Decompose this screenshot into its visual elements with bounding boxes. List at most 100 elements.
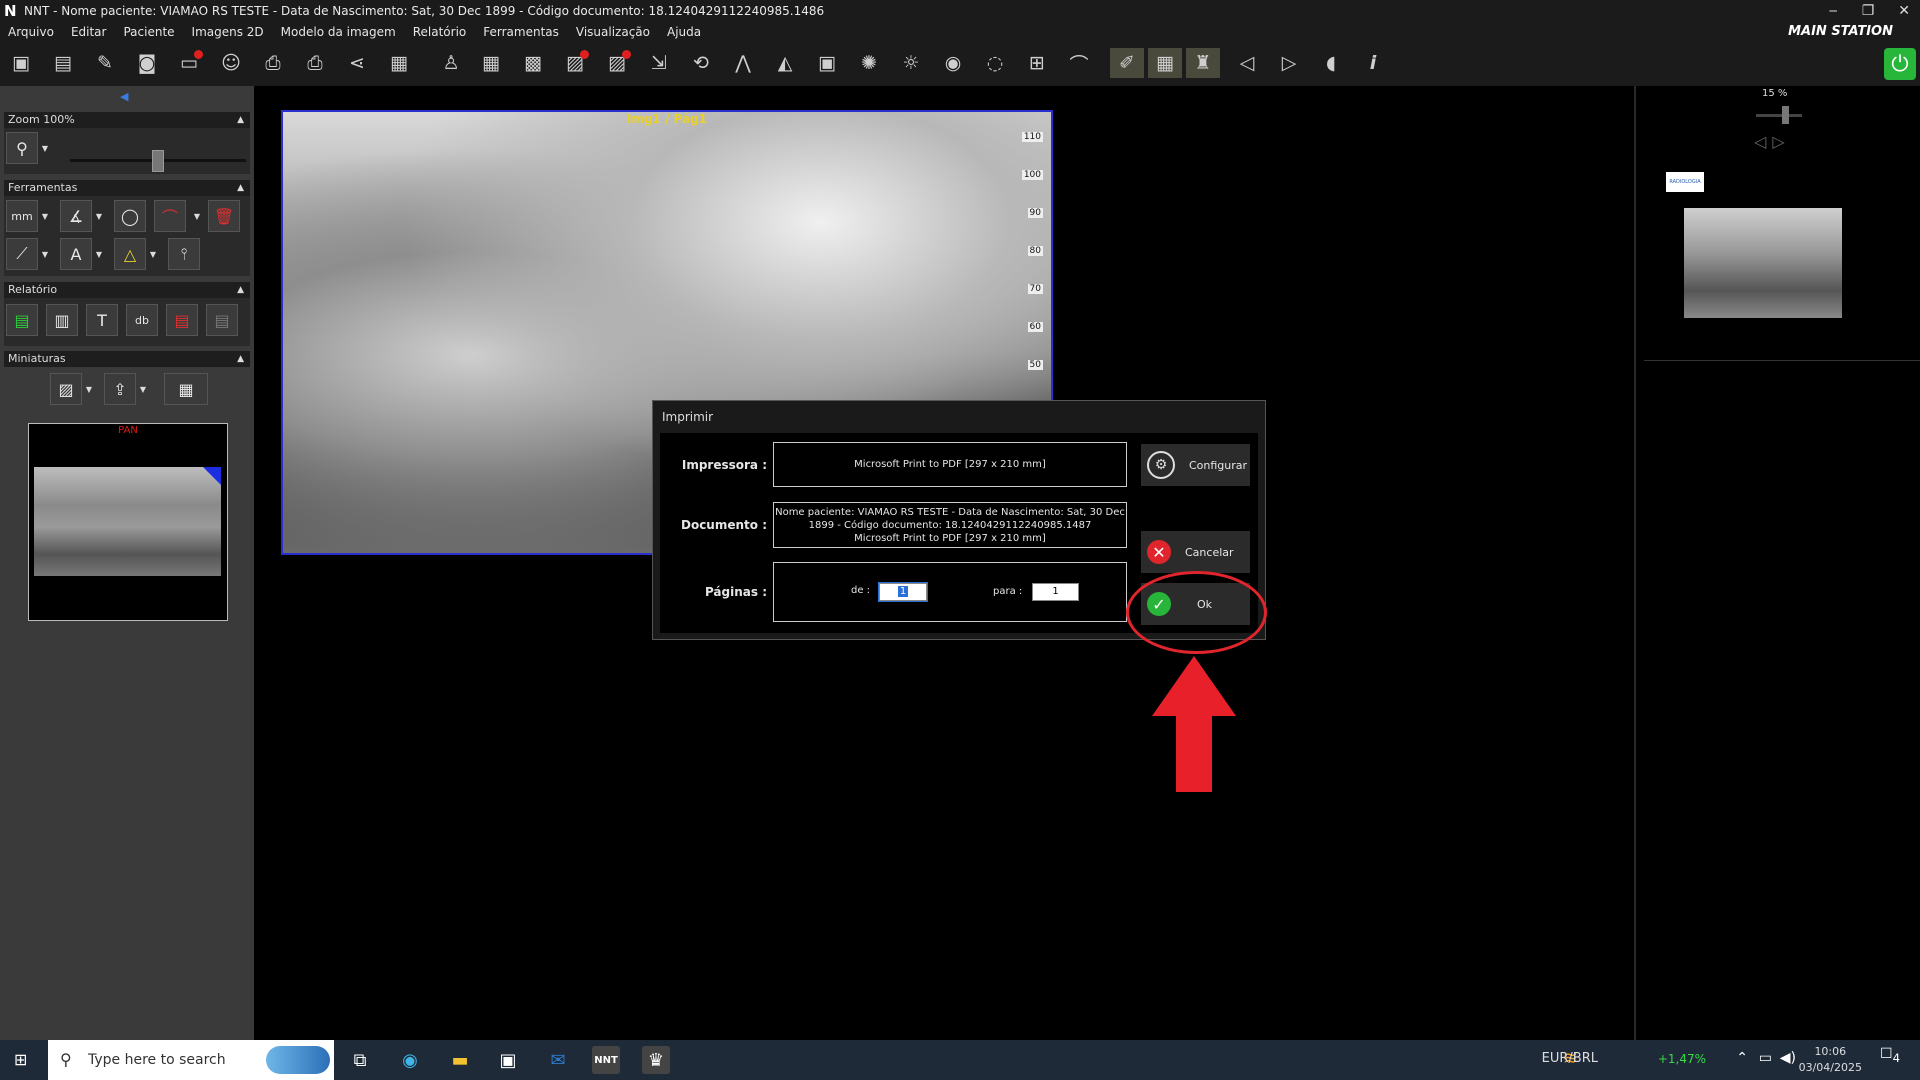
save-icon[interactable]: ▣: [4, 48, 38, 78]
tooth-arch-icon[interactable]: ⋀: [726, 48, 760, 78]
distance-tool-icon[interactable]: mm: [6, 200, 38, 232]
to-page-input[interactable]: 1: [1032, 583, 1079, 601]
menu-relatorio[interactable]: Relatório: [413, 22, 467, 42]
annotation-tool-icon[interactable]: △: [114, 238, 146, 270]
menu-arquivo[interactable]: Arquivo: [8, 22, 54, 42]
report-db-icon[interactable]: db: [126, 304, 158, 336]
menu-editar[interactable]: Editar: [71, 22, 107, 42]
menu-visualizacao[interactable]: Visualização: [576, 22, 650, 42]
close-button[interactable]: ✕: [1898, 0, 1910, 22]
visibility-icon[interactable]: ◉: [936, 48, 970, 78]
mouse-icon[interactable]: ◖: [1314, 48, 1348, 78]
secondary-app-icon[interactable]: ♛: [642, 1046, 670, 1074]
collapse-arrow-icon[interactable]: ◀: [120, 90, 128, 103]
scan-icon[interactable]: ⎙: [256, 48, 290, 78]
menu-paciente[interactable]: Paciente: [123, 22, 174, 42]
zoom-section-header[interactable]: Zoom 100% ▲: [4, 112, 250, 128]
circle-tool-icon[interactable]: ◯: [114, 200, 146, 232]
highlight-icon[interactable]: ✐: [1110, 48, 1144, 78]
image-delete-icon[interactable]: ▨: [558, 48, 592, 78]
thumbnails-section-header[interactable]: Miniaturas ▲: [4, 351, 250, 367]
curve-icon[interactable]: ⌒: [1062, 48, 1096, 78]
info-icon[interactable]: i: [1356, 48, 1390, 78]
menu-ferramentas[interactable]: Ferramentas: [483, 22, 559, 42]
person-icon[interactable]: ♙: [434, 48, 468, 78]
measure-icon[interactable]: ⊞: [1020, 48, 1054, 78]
edge-icon[interactable]: ◉: [396, 1046, 424, 1074]
next-icon[interactable]: ▷: [1272, 48, 1306, 78]
line-tool-icon[interactable]: ⟋: [6, 238, 38, 270]
patient-icon[interactable]: ☺: [214, 48, 248, 78]
images-delete-icon[interactable]: ▨: [600, 48, 634, 78]
close-folder-icon[interactable]: ▭: [172, 48, 206, 78]
share-icon[interactable]: ⋖: [340, 48, 374, 78]
task-view-icon[interactable]: ⧉: [346, 1046, 374, 1074]
collapse-up-icon[interactable]: ▲: [237, 180, 244, 196]
print-icon[interactable]: ⎙: [298, 48, 332, 78]
zoom-icon[interactable]: ⚲: [6, 132, 38, 164]
report-text-icon[interactable]: T: [86, 304, 118, 336]
thumbnail-image-icon[interactable]: ▨: [50, 373, 82, 405]
report-template-icon[interactable]: ▥: [46, 304, 78, 336]
report-delete-icon[interactable]: ▤: [166, 304, 198, 336]
preview-prev-icon[interactable]: ◁: [1754, 132, 1766, 151]
edit-document-icon[interactable]: ✎: [88, 48, 122, 78]
menu-imagens-2d[interactable]: Imagens 2D: [192, 22, 264, 42]
collapse-up-icon[interactable]: ▲: [237, 112, 244, 128]
preview-zoom-thumb[interactable]: [1782, 106, 1789, 124]
brightness-icon[interactable]: ✺: [852, 48, 886, 78]
menu-ajuda[interactable]: Ajuda: [667, 22, 701, 42]
tooth-icon[interactable]: ♜: [1186, 48, 1220, 78]
report-add-icon[interactable]: ▤: [6, 304, 38, 336]
grid-x-icon[interactable]: ▩: [516, 48, 550, 78]
preview-next-icon[interactable]: ▷: [1772, 132, 1784, 151]
trash-icon[interactable]: 🗑: [208, 200, 240, 232]
zoom-slider-thumb[interactable]: [152, 150, 164, 172]
power-icon[interactable]: ⏻: [1884, 48, 1916, 80]
volume-icon[interactable]: ◀): [1780, 1050, 1796, 1066]
tooth-grid-icon[interactable]: ▦: [1148, 48, 1182, 78]
taskbar-search[interactable]: ⚲ Type here to search: [48, 1040, 334, 1080]
angle-tool-icon[interactable]: ∡: [60, 200, 92, 232]
layout-icon[interactable]: ▦: [382, 48, 416, 78]
distance-dropdown-icon[interactable]: ▼: [40, 200, 50, 232]
contrast-icon[interactable]: ☼: [894, 48, 928, 78]
minimize-button[interactable]: ‒: [1829, 0, 1838, 22]
tools-section-header[interactable]: Ferramentas ▲: [4, 180, 250, 196]
thumbnail-image-dropdown-icon[interactable]: ▼: [84, 373, 94, 405]
prev-icon[interactable]: ◁: [1230, 48, 1264, 78]
ceph-icon[interactable]: ◭: [768, 48, 802, 78]
camera-icon[interactable]: ◙: [130, 48, 164, 78]
preview-zoom-slider[interactable]: [1756, 114, 1802, 117]
outlook-icon[interactable]: ✉: [544, 1046, 572, 1074]
system-clock[interactable]: 10:06 03/04/2025: [1799, 1044, 1862, 1076]
collapse-up-icon[interactable]: ▲: [237, 351, 244, 367]
windows-start-icon[interactable]: ⊞: [14, 1050, 34, 1070]
sensor-icon[interactable]: ◌: [978, 48, 1012, 78]
zoom-dropdown-icon[interactable]: ▼: [40, 132, 50, 164]
nnt-app-icon[interactable]: NNT: [592, 1046, 620, 1074]
save-as-icon[interactable]: ▤: [46, 48, 80, 78]
store-icon[interactable]: ▣: [494, 1046, 522, 1074]
image-icon[interactable]: ▣: [810, 48, 844, 78]
report-section-header[interactable]: Relatório ▲: [4, 282, 250, 298]
menu-modelo-imagem[interactable]: Modelo da imagem: [281, 22, 396, 42]
curve-dropdown-icon[interactable]: ▼: [192, 200, 202, 232]
curve-tool-icon[interactable]: ⌒: [154, 200, 186, 232]
import-icon[interactable]: ⇲: [642, 48, 676, 78]
annotation-dropdown-icon[interactable]: ▼: [148, 238, 158, 270]
restore-button[interactable]: ❐: [1862, 0, 1875, 22]
text-tool-icon[interactable]: A: [60, 238, 92, 270]
from-page-input[interactable]: 1: [878, 582, 928, 602]
collapse-up-icon[interactable]: ▲: [237, 282, 244, 298]
implant-add-icon[interactable]: ⫯: [168, 238, 200, 270]
angle-dropdown-icon[interactable]: ▼: [94, 200, 104, 232]
file-explorer-icon[interactable]: ▬: [446, 1046, 474, 1074]
image-rotate-icon[interactable]: ⟲: [684, 48, 718, 78]
notification-icon[interactable]: ☐4: [1880, 1046, 1908, 1074]
text-dropdown-icon[interactable]: ▼: [94, 238, 104, 270]
grid-icon[interactable]: ▦: [474, 48, 508, 78]
thumbnail-upload-dropdown-icon[interactable]: ▼: [138, 373, 148, 405]
printer-field[interactable]: Microsoft Print to PDF [297 x 210 mm]: [773, 442, 1127, 487]
line-dropdown-icon[interactable]: ▼: [40, 238, 50, 270]
